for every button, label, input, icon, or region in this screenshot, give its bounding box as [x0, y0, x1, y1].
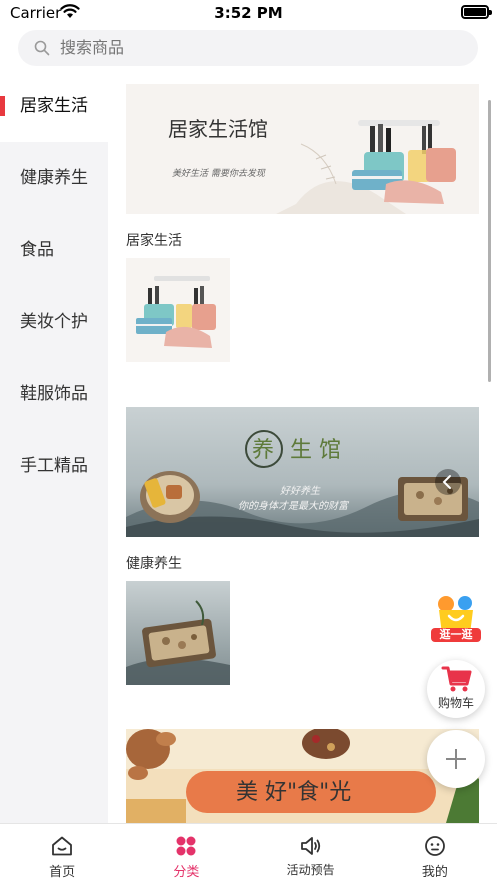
banner-subtitle: 美好生活 需要你去发现 — [172, 168, 266, 179]
clock: 3:52 PM — [214, 4, 283, 22]
product-thumbnail[interactable] — [126, 258, 230, 362]
sidebar-item-health[interactable]: 健康养生 — [0, 142, 108, 214]
cart-button[interactable]: 购物车 — [427, 660, 485, 718]
tab-label: 首页 — [49, 865, 76, 880]
chevron-right-icon — [442, 475, 451, 489]
sidebar-item-home-living[interactable]: 居家生活 — [0, 70, 108, 142]
banner-title-char: 养 — [252, 438, 274, 463]
section-title: 居家生活 — [126, 233, 182, 249]
home-icon — [52, 836, 73, 856]
scrollbar[interactable] — [488, 100, 491, 382]
sidebar-item-label: 手工精品 — [20, 456, 88, 476]
plus-icon — [446, 749, 466, 769]
product-thumbnail[interactable] — [126, 581, 230, 685]
sidebar-item-handmade[interactable]: 手工精品 — [0, 430, 108, 502]
sidebar-item-label: 食品 — [20, 240, 54, 260]
expand-button[interactable] — [427, 730, 485, 788]
search-icon — [34, 40, 50, 56]
tab-home[interactable]: 首页 — [0, 824, 124, 883]
section-title: 健康养生 — [126, 556, 182, 572]
search-box[interactable] — [18, 30, 478, 66]
cart-icon — [441, 666, 472, 692]
tab-events[interactable]: 活动预告 — [249, 824, 373, 883]
banner-next-arrow[interactable] — [435, 469, 461, 495]
banner-subtitle: 好好养生 — [280, 485, 321, 497]
category-sidebar: 居家生活 健康养生 食品 美妆个护 鞋服饰品 手工精品 — [0, 70, 108, 823]
tab-label: 分类 — [173, 865, 200, 880]
banner-title: 美 好"食"光 — [236, 780, 351, 805]
megaphone-icon — [300, 837, 320, 855]
cart-label: 购物车 — [437, 696, 474, 710]
sidebar-item-label: 健康养生 — [20, 168, 88, 188]
home-living-banner[interactable]: 居家生活馆 美好生活 需要你去发现 — [126, 84, 479, 214]
tab-label: 我的 — [421, 865, 448, 880]
sidebar-item-food[interactable]: 食品 — [0, 214, 108, 286]
search-input[interactable] — [60, 30, 460, 66]
category-icon — [176, 836, 196, 856]
tab-label: 活动预告 — [286, 863, 335, 877]
profile-icon — [424, 836, 445, 856]
health-banner-art: 养 生 馆 好好养生 你的身体才是最大的财富 — [126, 407, 479, 537]
stroll-label: 逛一逛 — [439, 628, 473, 641]
product-image — [126, 581, 230, 685]
search-bar — [0, 26, 497, 70]
sidebar-item-label: 居家生活 — [20, 96, 88, 116]
battery-icon — [461, 5, 492, 19]
sidebar-item-label: 鞋服饰品 — [20, 384, 88, 404]
health-banner[interactable]: 养 生 馆 好好养生 你的身体才是最大的财富 — [126, 407, 479, 537]
stroll-button[interactable]: 逛一逛 — [427, 590, 485, 648]
sidebar-item-apparel[interactable]: 鞋服饰品 — [0, 358, 108, 430]
banner-title: 居家生活馆 — [168, 117, 268, 141]
product-image — [126, 258, 230, 362]
sidebar-item-beauty[interactable]: 美妆个护 — [0, 286, 108, 358]
bottom-tab-bar: 首页 分类 活动预告 我的 — [0, 823, 497, 883]
banner-subtitle-2: 你的身体才是最大的财富 — [238, 500, 350, 512]
status-bar: Carrier 3:52 PM — [0, 0, 497, 26]
tab-category[interactable]: 分类 — [124, 824, 248, 883]
sidebar-item-label: 美妆个护 — [20, 312, 88, 332]
tab-profile[interactable]: 我的 — [373, 824, 497, 883]
banner-title: 生 馆 — [290, 438, 341, 463]
home-living-banner-art: 居家生活馆 美好生活 需要你去发现 — [126, 84, 479, 214]
